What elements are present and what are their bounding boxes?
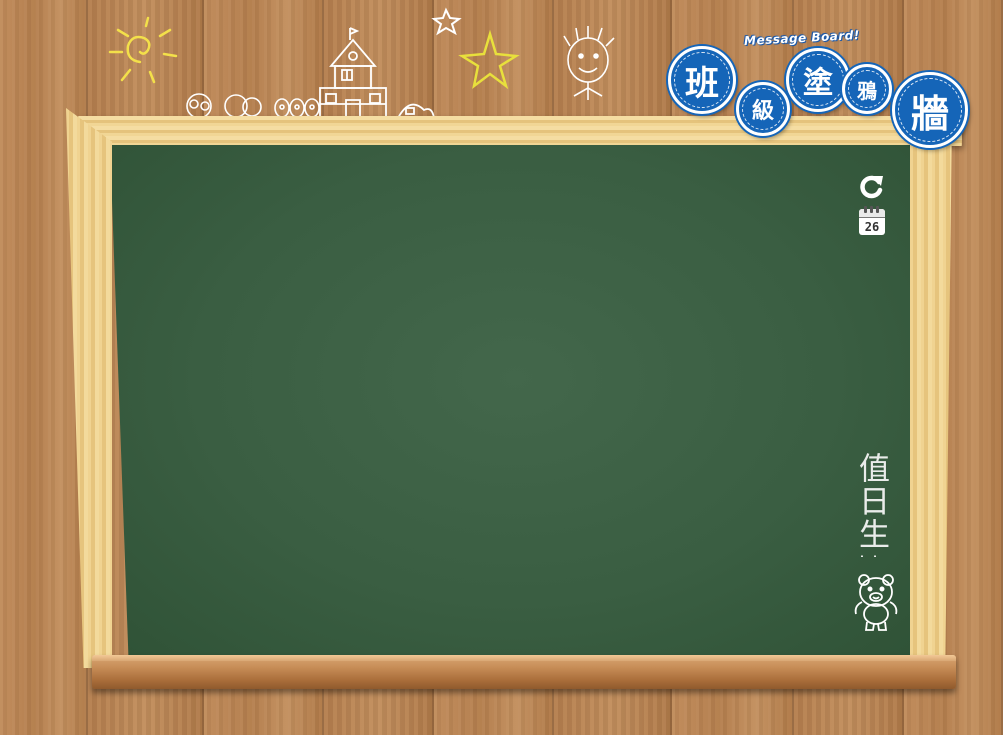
chalk-ledge [92,655,956,689]
chalkboard[interactable] [110,145,922,663]
board-frame-right [910,120,952,666]
calendar-button[interactable]: 26 [858,206,886,236]
title-badge-5: 牆 [892,72,968,148]
duty-label: 值日生: [853,452,889,564]
title-badge-2: 級 [736,82,790,136]
star-doodle-icon [431,7,462,36]
calendar-icon: 26 [859,206,885,235]
refresh-icon [860,175,883,199]
castle-doodle-icon [319,27,436,121]
title-badge-1: 班 [668,46,736,114]
refresh-button[interactable] [858,172,886,200]
title-badge-3: 塗 [786,48,850,112]
kid-doodle-icon [563,26,615,100]
bear-doodle-icon [854,574,898,631]
title-subtitle: Message Board! [743,27,861,49]
sun-doodle-icon [108,16,178,84]
calendar-day: 26 [864,220,880,234]
yellow-star-doodle-icon [458,29,520,90]
title-badge-4: 鴉 [842,64,892,114]
page-title: Message Board! 班 級 塗 鴉 牆 [660,28,980,148]
